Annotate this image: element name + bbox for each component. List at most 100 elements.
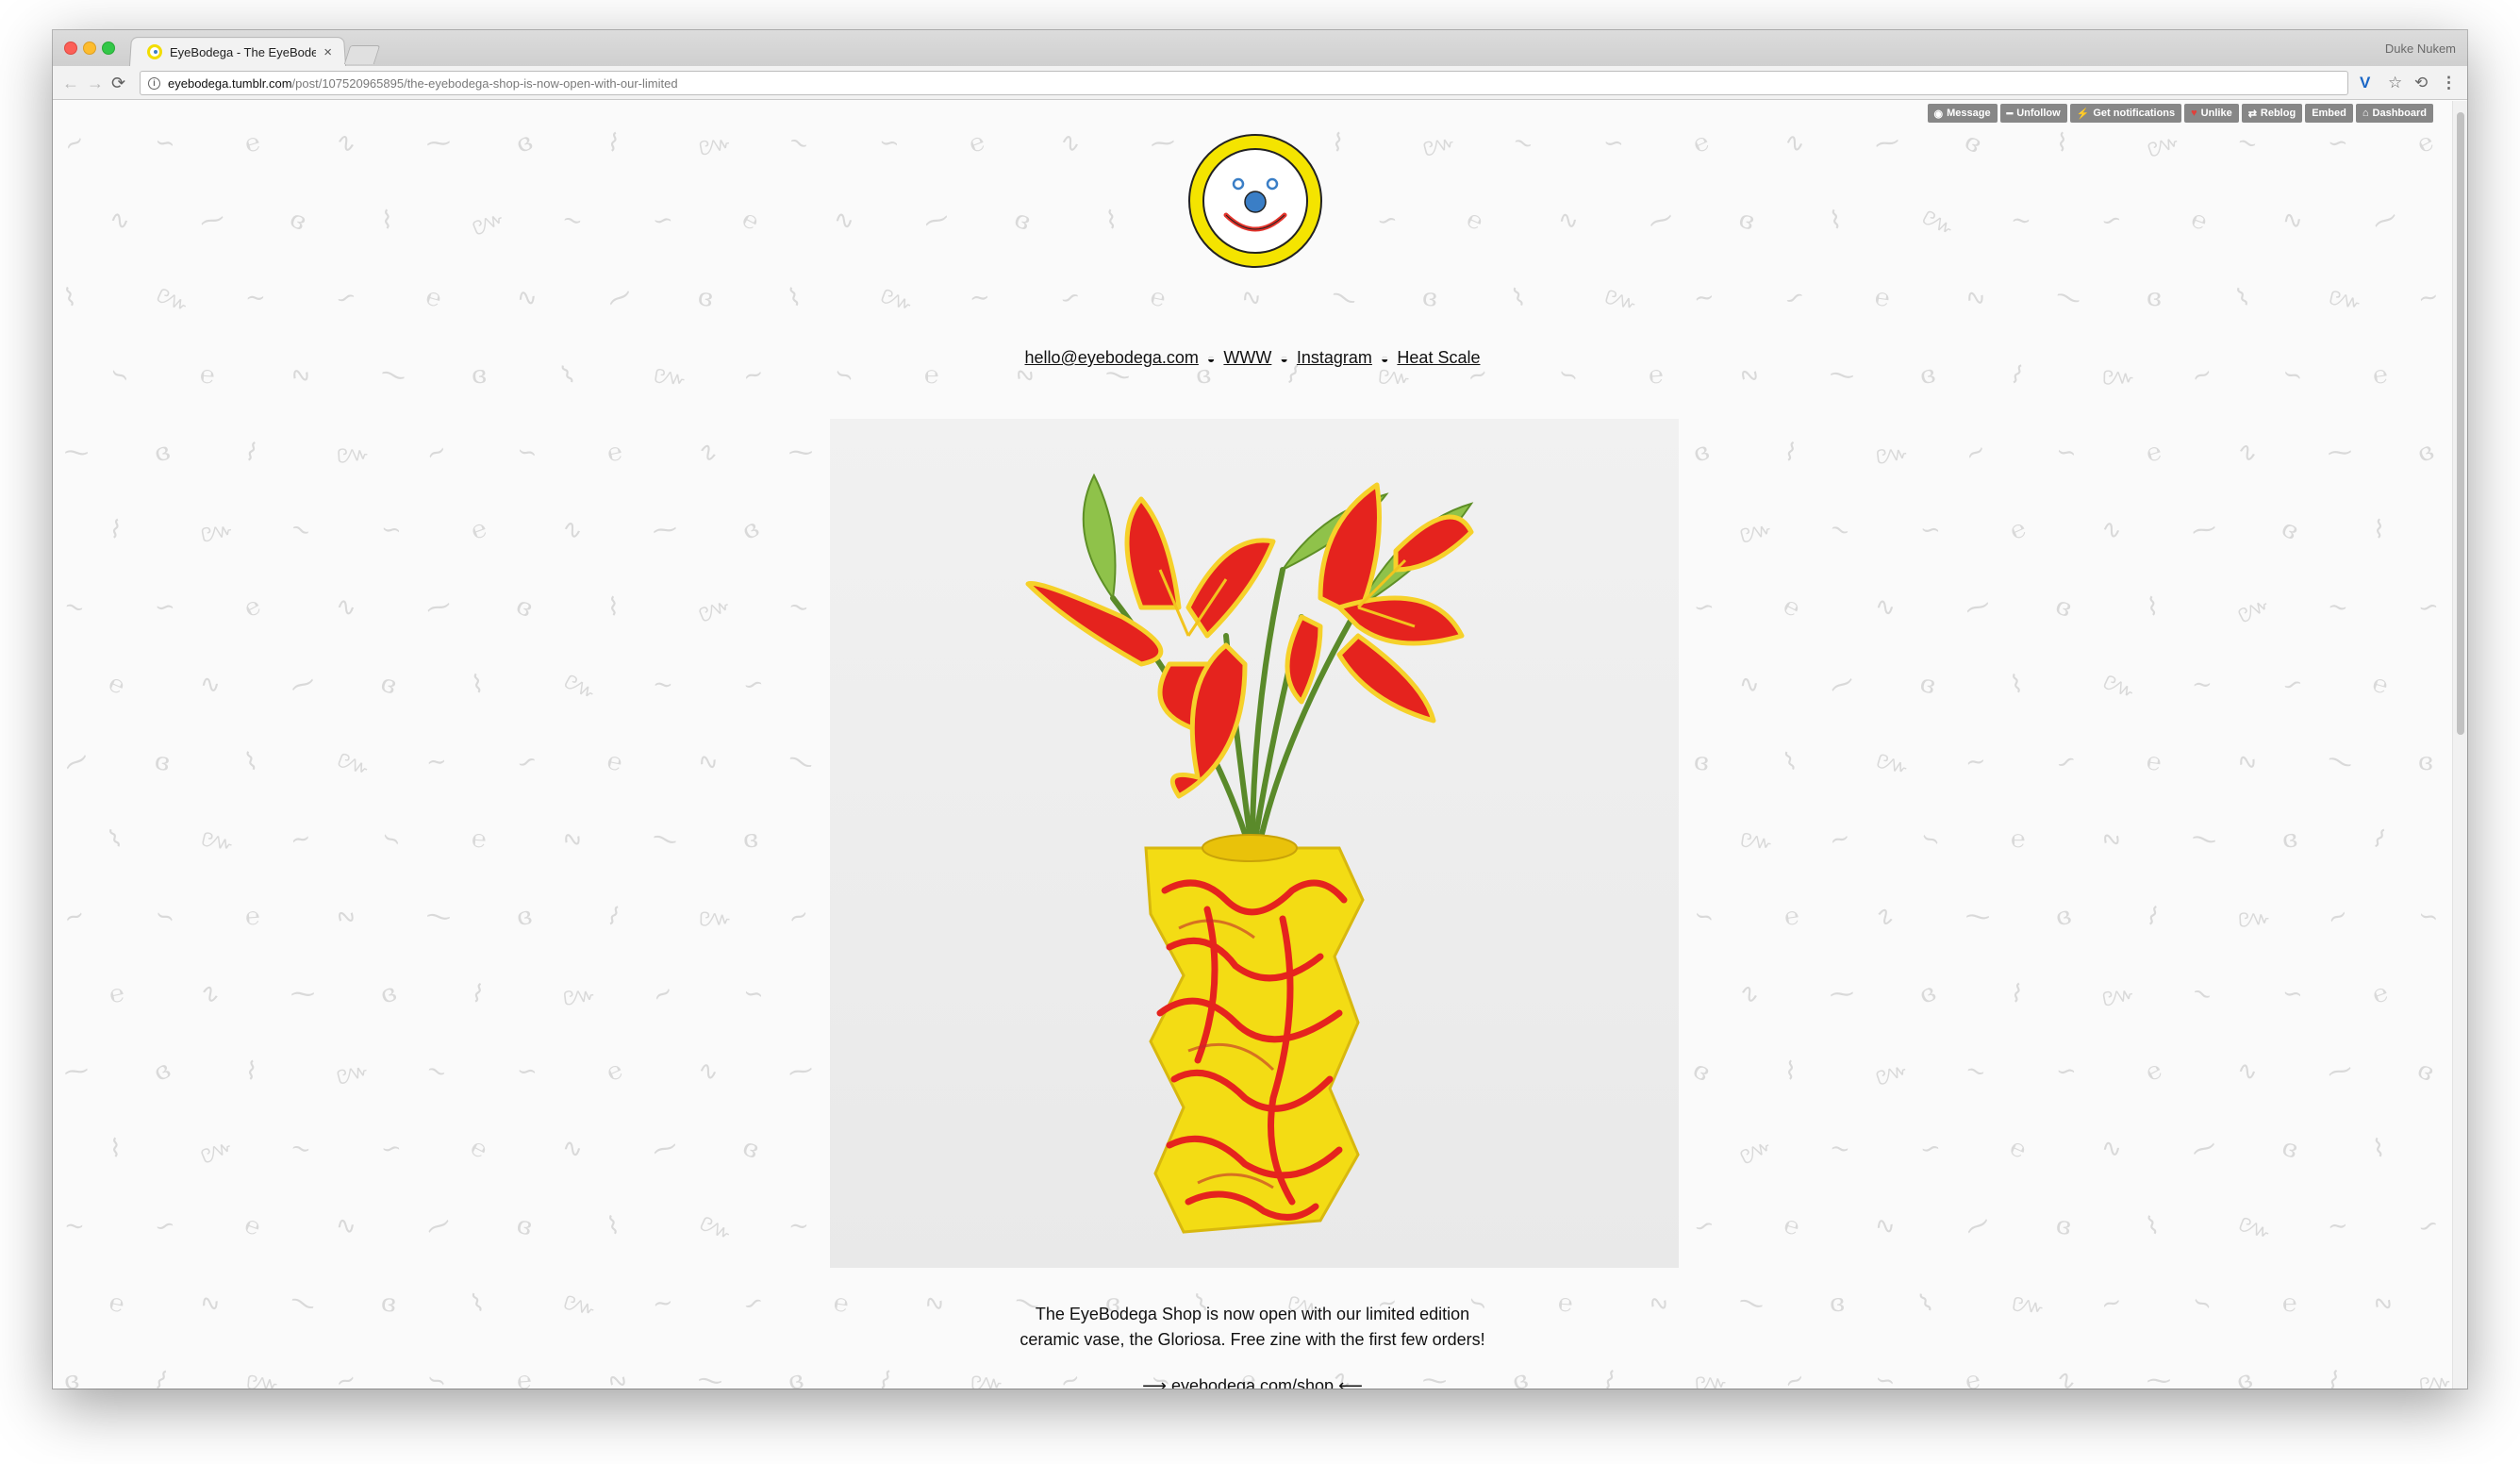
wallpaper-squiggle: ⁓ <box>1964 901 1992 933</box>
minimize-window-button[interactable] <box>83 42 96 55</box>
vivino-extension-icon[interactable]: V <box>2360 74 2370 92</box>
wallpaper-squiggle: ∿ <box>2234 1056 2261 1088</box>
get-notifications-button[interactable]: ⚡ Get notifications <box>2069 104 2182 123</box>
wallpaper-squiggle: ∽ <box>153 127 177 159</box>
wallpaper-squiggle: ∽ <box>1054 280 1086 316</box>
wallpaper-squiggle: ~ <box>1825 513 1855 547</box>
unlike-button[interactable]: ♥ Unlike <box>2184 104 2239 123</box>
wallpaper-squiggle: ɞ <box>148 1056 176 1088</box>
wallpaper-squiggle: ∽ <box>2278 668 2308 702</box>
wallpaper-squiggle: ∽ <box>1919 515 1942 545</box>
wallpaper-squiggle: ∿ <box>2097 513 2125 547</box>
wallpaper-squiggle: ∿ <box>1238 282 1265 314</box>
wallpaper-squiggle: ⌇ <box>785 282 804 314</box>
www-link[interactable]: WWW <box>1223 348 1271 367</box>
heat-scale-link[interactable]: Heat Scale <box>1397 348 1480 367</box>
wallpaper-squiggle: ~ <box>2327 1211 2349 1241</box>
address-bar[interactable]: i eyebodega.tumblr.com/post/107520965895… <box>140 71 2348 95</box>
vertical-scrollbar[interactable] <box>2452 101 2467 1389</box>
maximize-window-button[interactable] <box>102 42 115 55</box>
wallpaper-squiggle: ⁓ <box>196 204 228 238</box>
wallpaper-squiggle: ℮ <box>467 514 491 546</box>
clown-face-logo[interactable] <box>1186 132 1324 270</box>
wallpaper-squiggle: ~ <box>2325 591 2351 624</box>
wallpaper-squiggle: ∽ <box>2054 437 2079 469</box>
browser-menu-icon[interactable]: ⋮ <box>2441 74 2457 92</box>
site-info-icon[interactable]: i <box>148 76 160 90</box>
wallpaper-squiggle: ℮ <box>1462 205 1488 237</box>
tab-close-icon[interactable]: × <box>323 44 332 60</box>
wallpaper-squiggle: ៚ <box>151 279 195 321</box>
wallpaper-squiggle: ɞ <box>511 591 538 624</box>
extension-icon[interactable]: ⟲ <box>2414 74 2428 92</box>
wallpaper-squiggle: ℮ <box>2005 514 2031 546</box>
wallpaper-squiggle: ɞ <box>2051 901 2075 933</box>
back-arrow-icon[interactable]: ← <box>62 74 79 92</box>
wallpaper-squiggle: ∿ <box>1781 126 1808 160</box>
embed-button[interactable]: Embed <box>2305 104 2353 123</box>
wallpaper-squiggle: ℮ <box>1872 283 1892 313</box>
wallpaper-squiggle: ⌇ <box>2371 515 2386 545</box>
scrollbar-thumb[interactable] <box>2457 112 2464 735</box>
wallpaper-squiggle: ⌇ <box>107 515 124 545</box>
instagram-link[interactable]: Instagram <box>1297 348 1372 367</box>
wallpaper-squiggle: ៚ <box>194 1131 239 1172</box>
wallpaper-squiggle: ⌇ <box>2008 670 2026 700</box>
wallpaper-squiggle: ៚ <box>560 979 599 1013</box>
wallpaper-squiggle: ɞ <box>285 205 311 237</box>
reblog-label: Reblog <box>2260 108 2296 119</box>
wallpaper-squiggle: ~ <box>2009 205 2033 237</box>
wallpaper-squiggle: ~ <box>59 591 89 624</box>
wallpaper-squiggle: ∽ <box>2415 901 2442 933</box>
profile-name[interactable]: Duke Nukem <box>2385 42 2456 56</box>
new-tab-button[interactable] <box>343 45 381 64</box>
wallpaper-squiggle: ℮ <box>2369 669 2392 701</box>
wallpaper-squiggle: ៚ <box>2098 978 2138 1014</box>
wallpaper-squiggle: ៚ <box>1873 438 1912 472</box>
wallpaper-squiggle: ɞ <box>513 901 536 933</box>
wallpaper-squiggle: ∿ <box>2281 206 2304 236</box>
wallpaper-squiggle: ∿ <box>199 670 222 700</box>
dashboard-button[interactable]: ⌂ Dashboard <box>2355 104 2433 123</box>
wallpaper-squiggle: ~ <box>783 125 815 161</box>
wallpaper-squiggle: ⌇ <box>2142 901 2164 933</box>
wallpaper-squiggle: ∽ <box>650 205 676 237</box>
wallpaper-squiggle: ⁓ <box>1326 279 1362 317</box>
wallpaper-squiggle: ⌇ <box>1508 282 1530 314</box>
email-link[interactable]: hello@eyebodega.com <box>1025 348 1199 367</box>
wallpaper-squiggle: ~ <box>59 900 89 934</box>
wallpaper-squiggle: ∽ <box>2326 128 2350 158</box>
wallpaper-squiggle: ~ <box>58 125 91 161</box>
message-button[interactable]: ◉ Message <box>1927 104 1998 123</box>
wallpaper-squiggle: ∿ <box>2097 822 2127 857</box>
wallpaper-squiggle: ⁓ <box>2323 744 2357 780</box>
wallpaper-squiggle: ∽ <box>1916 1132 1944 1166</box>
wallpaper-squiggle: ℮ <box>605 437 625 469</box>
wallpaper-squiggle: ⌇ <box>605 1211 622 1241</box>
shop-link[interactable]: eyebodega.com/shop <box>1171 1376 1334 1389</box>
browser-tab-content[interactable]: EyeBodega - The EyeBodeg × <box>138 38 341 66</box>
wallpaper-squiggle: ∽ <box>2414 591 2442 624</box>
unfollow-button[interactable]: ━ Unfollow <box>1999 104 2067 123</box>
wallpaper-squiggle: ℮ <box>243 902 261 932</box>
wallpaper-squiggle: ~ <box>421 435 453 471</box>
wallpaper-squiggle: ៚ <box>2236 904 2273 934</box>
forward-arrow-icon[interactable]: → <box>87 74 104 92</box>
wallpaper-squiggle: ∿ <box>107 205 133 237</box>
post-caption: The EyeBodega Shop is now open with our … <box>53 1302 2452 1353</box>
wallpaper-squiggle: ∽ <box>331 281 361 315</box>
reload-icon[interactable]: ⟳ <box>111 74 125 92</box>
wallpaper-squiggle: ~ <box>62 1210 87 1242</box>
reblog-button[interactable]: ⇄ Reblog <box>2241 104 2303 123</box>
wallpaper-squiggle: ~ <box>969 283 991 313</box>
wallpaper-squiggle: ⌇ <box>381 207 393 235</box>
wallpaper-squiggle: ∽ <box>1779 280 1811 316</box>
wallpaper-squiggle: ⁓ <box>1824 666 1860 704</box>
wallpaper-squiggle: ɞ <box>2280 824 2300 856</box>
wallpaper-squiggle: ~ <box>2232 126 2262 160</box>
wallpaper-squiggle: ∿ <box>331 126 361 160</box>
close-window-button[interactable] <box>64 42 77 55</box>
bookmark-star-icon[interactable]: ☆ <box>2388 74 2402 92</box>
wallpaper-squiggle: ៚ <box>1872 745 1914 783</box>
wallpaper-squiggle: ∽ <box>1691 591 1717 624</box>
